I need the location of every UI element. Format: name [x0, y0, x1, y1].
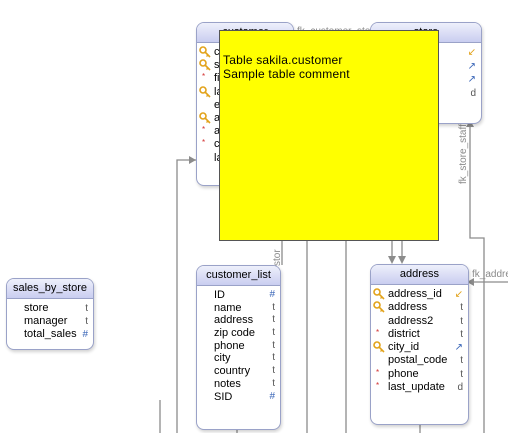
column-name: phone	[388, 367, 419, 380]
column-row[interactable]: total_sales #	[7, 328, 93, 341]
column-type: t	[272, 352, 275, 364]
column-name: postal_code	[388, 354, 448, 367]
key-icon	[199, 112, 211, 124]
not-null-asterisk-icon: *	[376, 381, 380, 391]
column-name: address2	[388, 314, 434, 327]
column-row[interactable]: * last_update d	[371, 381, 468, 394]
column-row[interactable]: country t	[197, 365, 280, 378]
foreign-key-icon: ↗	[454, 342, 463, 354]
note-line-2: Sample table comment	[223, 67, 350, 81]
not-null-asterisk-icon: *	[202, 72, 206, 82]
column-type: t	[85, 303, 88, 314]
column-row[interactable]: address t	[197, 314, 280, 327]
table-sales-by-store-columns: store t manager t total_sales #	[7, 299, 93, 341]
column-row[interactable]: address_id ↙	[371, 288, 468, 301]
table-customer-list-title[interactable]: customer_list	[197, 266, 280, 286]
column-type: #	[269, 289, 275, 300]
diagram-canvas[interactable]: fk_customer_sto fk_store_staff fk_addre …	[0, 0, 508, 433]
column-type: t	[460, 328, 463, 340]
key-ref-icon: ↙	[454, 289, 463, 300]
column-name: ID	[214, 289, 225, 301]
column-row[interactable]: manager t	[7, 315, 93, 328]
not-null-asterisk-icon: *	[202, 138, 206, 148]
column-name: country	[214, 365, 251, 378]
column-row[interactable]: phone t	[197, 340, 280, 353]
column-name: zip code	[214, 327, 255, 340]
column-row[interactable]: ID #	[197, 289, 280, 302]
column-name: phone	[214, 339, 245, 352]
column-row[interactable]: city t	[197, 352, 280, 365]
key-icon	[373, 301, 385, 313]
column-name: total_sales	[24, 328, 77, 340]
column-name: district	[388, 327, 420, 340]
not-null-asterisk-icon: *	[202, 125, 206, 135]
table-customer-list-columns: ID # name t address t zip code t phone t city t coun…	[197, 286, 280, 403]
column-row[interactable]: postal_code t	[371, 354, 468, 367]
column-type: t	[272, 301, 275, 313]
connector-customer-left	[176, 159, 196, 433]
not-null-asterisk-icon: *	[376, 367, 380, 377]
column-type: #	[269, 390, 275, 402]
column-type: t	[272, 339, 275, 351]
table-sales-by-store-title[interactable]: sales_by_store	[7, 279, 93, 299]
key-icon	[373, 341, 385, 353]
column-name: name	[214, 301, 242, 314]
foreign-key-icon: ↗	[467, 60, 476, 72]
column-name: address	[388, 301, 428, 314]
table-customer-list[interactable]: customer_list ID # name t address t zip code t p…	[196, 265, 281, 430]
label-fk-store-staff: fk_store_staff	[458, 124, 469, 184]
not-null-asterisk-icon: *	[376, 327, 380, 337]
column-row[interactable]: * district t	[371, 328, 468, 341]
table-comment-note[interactable]: Table sakila.customer Sample table comme…	[219, 30, 439, 241]
column-name: SID	[214, 390, 233, 403]
column-row[interactable]: store t	[7, 302, 93, 315]
key-icon	[199, 46, 211, 58]
arrowhead-address-1	[388, 256, 396, 264]
key-ref-icon: ↙	[467, 47, 476, 58]
column-row[interactable]: city_id ↗	[371, 341, 468, 354]
column-name: address_id	[388, 288, 442, 300]
label-store-vertical: stor	[272, 249, 283, 266]
column-type: t	[272, 365, 275, 377]
note-line-1: Table sakila.customer	[223, 53, 343, 67]
column-row[interactable]: * phone t	[371, 368, 468, 381]
column-name: manager	[24, 315, 68, 327]
column-type: t	[460, 302, 463, 314]
table-address[interactable]: address address_id ↙ address t address2 t * dis…	[370, 264, 469, 425]
column-row[interactable]: notes t	[197, 378, 280, 391]
column-row[interactable]: name t	[197, 302, 280, 315]
column-type: t	[460, 355, 463, 367]
table-address-title[interactable]: address	[371, 265, 468, 285]
column-row[interactable]: zip code t	[197, 327, 280, 340]
column-row[interactable]: address t	[371, 301, 468, 314]
column-type: t	[85, 316, 88, 327]
column-type: #	[82, 329, 88, 340]
foreign-key-icon: ↗	[467, 74, 476, 85]
column-type: t	[272, 377, 275, 389]
label-fk-address: fk_addre	[472, 269, 508, 280]
arrowhead-address-2	[398, 256, 406, 264]
column-name: city	[214, 352, 231, 365]
column-row[interactable]: SID #	[197, 391, 280, 404]
column-type: t	[460, 368, 463, 380]
column-type: t	[460, 315, 463, 327]
column-name: city_id	[388, 341, 420, 354]
column-type: t	[272, 314, 275, 326]
column-row[interactable]: address2 t	[371, 315, 468, 328]
table-sales-by-store[interactable]: sales_by_store store t manager t total_sales…	[6, 278, 94, 350]
key-icon	[373, 288, 385, 300]
table-address-columns: address_id ↙ address t address2 t * district t ci…	[371, 285, 468, 394]
column-name: address	[214, 314, 254, 327]
arrowhead-customer	[189, 156, 196, 164]
key-icon	[199, 85, 211, 98]
column-name: store	[24, 302, 49, 314]
key-icon	[199, 59, 211, 71]
column-name: last_update	[388, 381, 445, 394]
column-type: t	[272, 327, 275, 339]
column-name: notes	[214, 377, 241, 390]
column-type: d	[470, 87, 476, 99]
column-type: d	[457, 382, 463, 394]
